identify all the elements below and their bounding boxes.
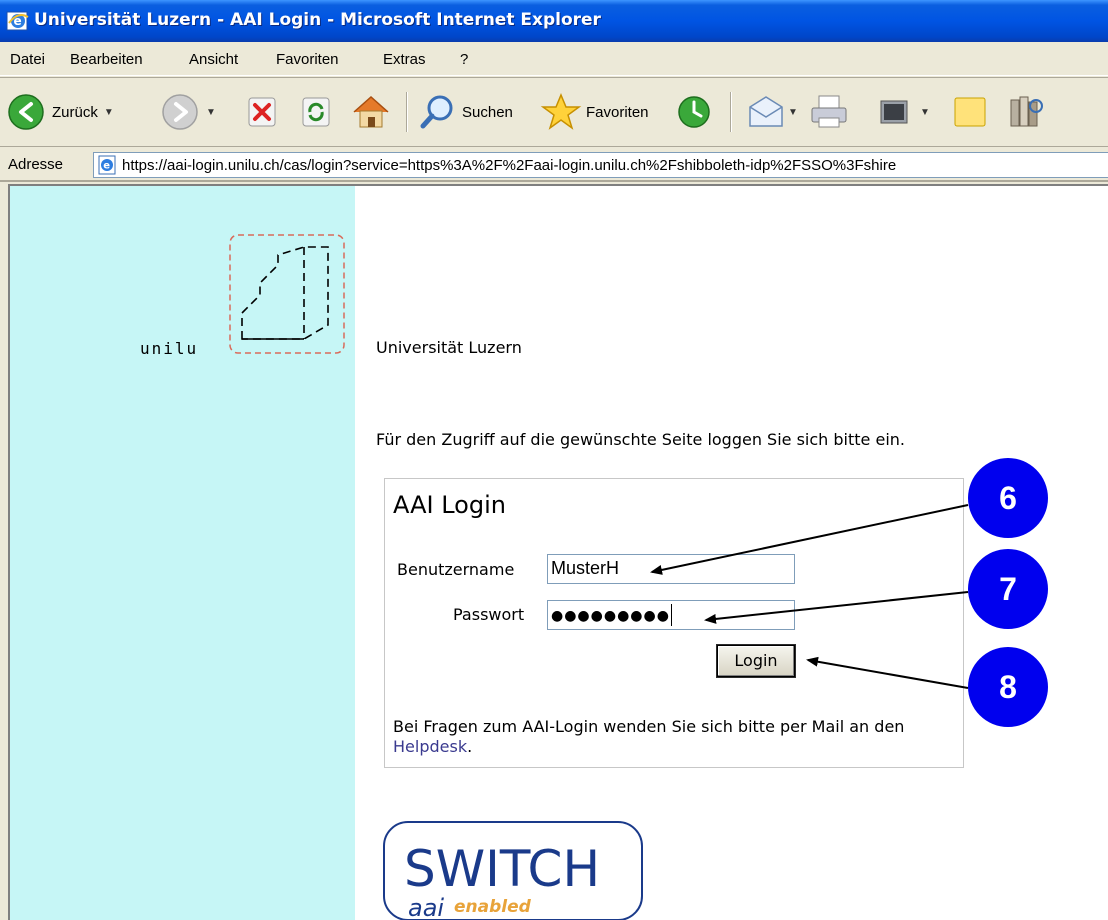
menu-extras[interactable]: Extras xyxy=(383,51,426,68)
address-url: https://aai-login.unilu.ch/cas/login?ser… xyxy=(122,157,897,174)
discuss-button[interactable] xyxy=(950,90,990,134)
home-icon xyxy=(353,95,389,128)
menu-favoriten[interactable]: Favoriten xyxy=(276,51,339,68)
text-caret xyxy=(670,604,672,627)
title-bar: e Universität Luzern - AAI Login - Micro… xyxy=(0,0,1108,42)
forward-button[interactable]: ▼ xyxy=(160,90,216,134)
helpdesk-link[interactable]: Helpdesk xyxy=(393,737,467,756)
switch-logo-enabled: enabled xyxy=(454,897,532,917)
help-text: Bei Fragen zum AAI-Login wenden Sie sich… xyxy=(393,717,905,756)
menu-help[interactable]: ? xyxy=(460,51,468,68)
address-bar: Adresse e https://aai-login.unilu.ch/cas… xyxy=(0,148,1108,182)
login-button[interactable]: Login xyxy=(716,644,796,678)
menu-ansicht[interactable]: Ansicht xyxy=(189,51,238,68)
username-value: MusterH xyxy=(551,558,620,578)
username-input[interactable]: MusterH xyxy=(547,554,795,584)
printer-icon xyxy=(811,95,847,128)
window-title: Universität Luzern - AAI Login - Microso… xyxy=(34,10,601,30)
search-button[interactable]: Suchen xyxy=(418,90,513,134)
login-intro-text: Für den Zugriff auf die gewünschte Seite… xyxy=(376,430,905,449)
search-icon xyxy=(420,95,453,129)
toolbar-separator xyxy=(730,92,732,132)
history-button[interactable] xyxy=(674,90,714,134)
back-dropdown-icon[interactable]: ▼ xyxy=(104,107,114,118)
edit-button[interactable]: ▼ xyxy=(876,90,930,134)
unilu-logo-icon xyxy=(229,234,345,354)
print-button[interactable] xyxy=(808,90,850,134)
login-title: AAI Login xyxy=(393,491,506,519)
toolbar: Zurück ▼ ▼ Suchen Favoriten ▼ ▼ xyxy=(0,77,1108,147)
internet-explorer-icon: e xyxy=(6,11,29,31)
address-label: Adresse xyxy=(8,156,64,173)
edit-document-icon xyxy=(880,100,908,124)
callout-7: 7 xyxy=(968,549,1048,629)
notes-icon xyxy=(954,97,986,127)
password-input[interactable]: ●●●●●●●●● xyxy=(547,600,795,630)
stop-icon xyxy=(248,97,276,127)
username-label: Benutzername xyxy=(397,560,515,579)
mail-button[interactable]: ▼ xyxy=(746,90,798,134)
password-mask: ●●●●●●●●● xyxy=(551,608,670,624)
side-panel: unilu xyxy=(10,186,355,920)
favorites-button[interactable]: Favoriten xyxy=(540,90,649,134)
favorites-label: Favoriten xyxy=(586,103,649,121)
svg-text:e: e xyxy=(103,161,110,172)
history-icon xyxy=(678,96,710,128)
mail-dropdown-icon[interactable]: ▼ xyxy=(788,107,798,118)
messenger-button[interactable] xyxy=(1006,90,1046,134)
stop-button[interactable] xyxy=(244,90,280,134)
refresh-icon xyxy=(302,97,330,127)
research-icon xyxy=(1010,96,1043,127)
back-label: Zurück xyxy=(52,103,98,121)
callout-8: 8 xyxy=(968,647,1048,727)
login-form: AAI Login Benutzername MusterH Passwort … xyxy=(384,478,964,768)
home-button[interactable] xyxy=(350,90,392,134)
menu-bearbeiten[interactable]: Bearbeiten xyxy=(70,51,143,68)
forward-dropdown-icon[interactable]: ▼ xyxy=(206,107,216,118)
mail-icon xyxy=(749,96,783,127)
back-arrow-icon xyxy=(8,94,44,130)
forward-arrow-icon xyxy=(162,94,198,130)
page-icon: e xyxy=(98,155,116,175)
refresh-button[interactable] xyxy=(298,90,334,134)
switch-aai-logo: SWITCH aai enabled xyxy=(383,821,643,920)
toolbar-separator xyxy=(406,92,408,132)
unilu-logo-text: unilu xyxy=(140,339,199,358)
menu-bar: Datei Bearbeiten Ansicht Favoriten Extra… xyxy=(0,42,1108,76)
password-label: Passwort xyxy=(453,605,525,624)
back-button[interactable]: Zurück ▼ xyxy=(6,90,114,134)
menu-datei[interactable]: Datei xyxy=(10,51,45,68)
page-content: unilu Universität Luzern Für den Zugriff… xyxy=(8,184,1108,920)
search-label: Suchen xyxy=(462,103,513,121)
callout-6: 6 xyxy=(968,458,1048,538)
favorites-star-icon xyxy=(540,93,582,130)
address-input[interactable]: e https://aai-login.unilu.ch/cas/login?s… xyxy=(93,152,1108,178)
switch-logo-text: SWITCH xyxy=(404,840,600,898)
edit-dropdown-icon[interactable]: ▼ xyxy=(920,107,930,118)
university-name: Universität Luzern xyxy=(376,338,522,357)
switch-logo-aai: aai xyxy=(408,894,444,920)
browser-window: e Universität Luzern - AAI Login - Micro… xyxy=(0,0,1108,920)
